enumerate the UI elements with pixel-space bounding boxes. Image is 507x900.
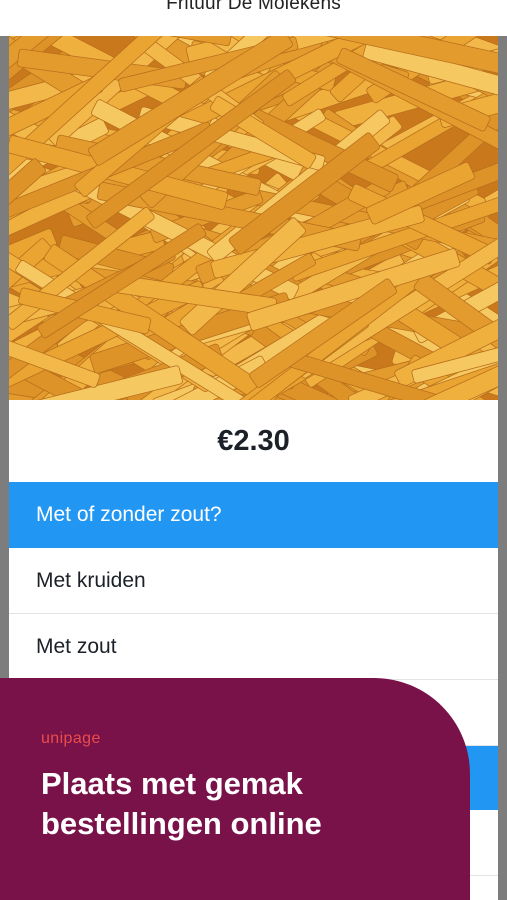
dimmed-background-right — [498, 36, 507, 900]
page-title: Frituur De Molekens — [166, 0, 341, 14]
product-image — [9, 36, 498, 400]
option-group-title: Met of zonder zout? — [9, 482, 498, 548]
top-bar: Frituur De Molekens — [0, 0, 507, 36]
promo-headline-line1: Plaats met gemak — [41, 766, 303, 801]
option-met-zout[interactable]: Met zout — [9, 614, 498, 680]
unipage-logo: unipage — [41, 730, 101, 747]
option-met-kruiden[interactable]: Met kruiden — [9, 548, 498, 614]
french-fries-photo — [9, 36, 498, 400]
promo-headline-line2: bestellingen online — [41, 806, 322, 841]
promo-banner[interactable]: unipage Plaats met gemak bestellingen on… — [0, 678, 470, 900]
product-price: €2.30 — [217, 424, 290, 457]
